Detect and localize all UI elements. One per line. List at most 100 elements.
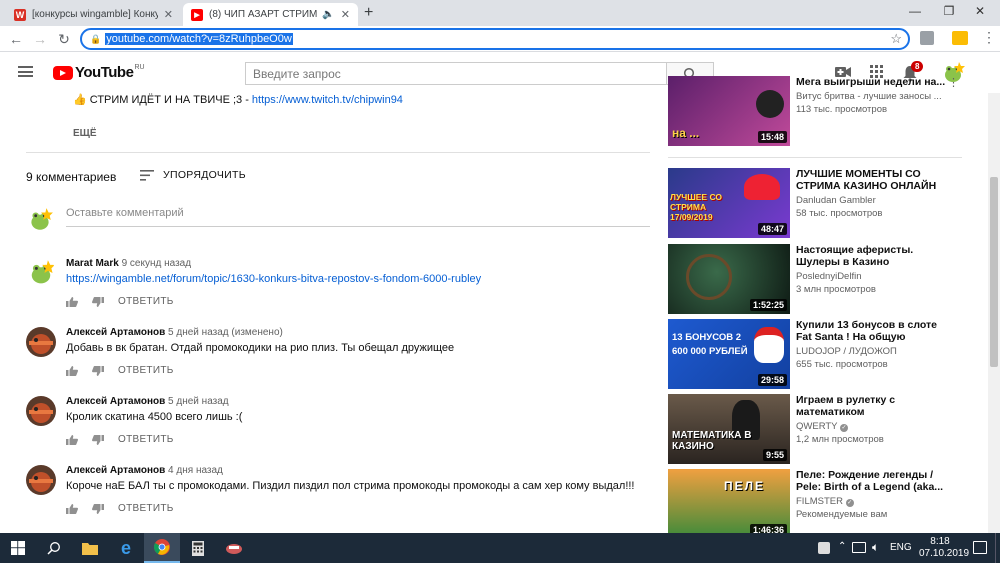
video-duration: 1:52:25 [749,299,787,311]
video-views: 3 млн просмотров [796,284,876,295]
comment-author[interactable]: Marat Mark [66,258,119,269]
extension-icon[interactable] [920,31,934,45]
reload-icon[interactable]: ↻ [54,29,74,49]
url-text[interactable]: youtube.com/watch?v=8zRuhpbeO0w [105,33,293,45]
input-language[interactable]: ENG [890,542,912,553]
like-icon[interactable] [66,365,78,376]
recommended-video[interactable]: ПЕЛЕ 1:46:36 Пеле: Рождение легенды / Pe… [668,469,968,539]
comment-link[interactable]: https://wingamble.net/forum/topic/1630-k… [66,273,481,285]
video-title[interactable]: ЛУЧШИЕ МОМЕНТЫ СО СТРИМА КАЗИНО ОНЛАЙН |… [796,168,946,192]
comment-time[interactable]: 5 дней назад (изменено) [168,327,283,338]
video-title[interactable]: Мега выигрыши недели на... [796,76,946,88]
comment-time[interactable]: 5 дней назад [168,396,229,407]
twitch-link[interactable]: https://www.twitch.tv/chipwin94 [252,94,403,106]
comment-author[interactable]: Алексей Артамонов [66,327,165,338]
comment-time[interactable]: 4 дня назад [168,465,223,476]
search-input[interactable]: Введите запрос [245,62,667,85]
hamburger-menu-icon[interactable] [18,66,33,77]
recommended-video[interactable]: 1:52:25 Настоящие аферисты. Шулеры в Каз… [668,244,968,314]
like-icon[interactable] [66,503,78,514]
video-channel[interactable]: Витус бритва - лучшие заносы ... [796,91,946,102]
video-channel[interactable]: PoslednyiDelfin [796,271,946,282]
wingamble-favicon-icon: W [14,8,26,21]
avatar[interactable] [26,327,56,357]
video-channel[interactable]: QWERTY [796,421,837,432]
chrome-icon[interactable] [144,533,180,563]
action-center-icon[interactable] [973,541,987,554]
youtube-logo[interactable]: YouTube RU [53,64,145,81]
dislike-icon[interactable] [92,434,104,445]
add-comment-input[interactable]: Оставьте комментарий [66,207,650,227]
recommended-video[interactable]: 13 БОНУСОВ 2 600 000 РУБЛЕЙ 29:58 Купили… [668,319,968,389]
address-bar[interactable]: 🔒 youtube.com/watch?v=8zRuhpbeO0w ☆ [80,28,910,50]
bookmark-star-icon[interactable]: ☆ [890,31,902,47]
browser-menu-icon[interactable]: ⋮ [982,29,996,46]
reply-button[interactable]: ОТВЕТИТЬ [118,503,174,514]
close-window-icon[interactable]: ✕ [960,0,1000,22]
recommended-video[interactable]: МАТЕМАТИКА В КАЗИНО 9:55 Играем в рулетк… [668,394,968,464]
network-icon[interactable] [852,542,866,553]
comment-time[interactable]: 9 секунд назад [122,258,191,269]
app-icon[interactable] [216,533,252,563]
clock-date: 07.10.2019 [919,548,970,559]
recommended-video[interactable]: на ... 15:48 Мега выигрыши недели на... … [668,76,968,146]
volume-icon[interactable]: 🔈︎ [872,540,879,555]
video-views: Рекомендуемые вам [796,509,888,520]
browser-tab-wingamble[interactable]: W [конкурсы wingamble] Конкурс ✕ [6,3,181,26]
video-thumbnail[interactable]: на ... 15:48 [668,76,790,146]
forward-arrow-icon[interactable]: → [30,29,50,49]
avatar[interactable] [26,465,56,495]
close-tab-icon[interactable]: ✕ [341,8,350,21]
calculator-icon[interactable] [180,533,216,563]
video-title[interactable]: Пеле: Рождение легенды / Pele: Birth of … [796,469,946,493]
dislike-icon[interactable] [92,296,104,307]
divider [668,157,962,158]
windows-start-icon[interactable] [0,533,36,563]
video-thumbnail[interactable]: 13 БОНУСОВ 2 600 000 РУБЛЕЙ 29:58 [668,319,790,389]
avatar[interactable] [26,258,56,288]
avatar[interactable] [26,396,56,426]
taskbar-clock[interactable]: 8:18 07.10.2019 [919,536,970,560]
video-channel[interactable]: LUDOJOP / ЛУДОЖОП [796,346,946,357]
tray-show-hidden-icon[interactable]: ⌃ [838,541,846,552]
close-tab-icon[interactable]: ✕ [164,8,173,21]
dislike-icon[interactable] [92,365,104,376]
file-explorer-icon[interactable] [72,533,108,563]
new-tab-button[interactable]: + [364,4,373,22]
video-title[interactable]: Играем в рулетку с математиком [796,394,946,418]
video-channel[interactable]: FILMSTER [796,496,843,507]
sort-icon [140,169,154,181]
user-photo-icon [26,465,56,495]
comment-author[interactable]: Алексей Артамонов [66,465,165,476]
show-more-button[interactable]: ЕЩЁ [73,128,97,139]
video-thumbnail[interactable]: 1:52:25 [668,244,790,314]
video-views: 58 тыс. просмотров [796,208,883,219]
video-channel[interactable]: Danludan Gambler [796,195,946,206]
reply-button[interactable]: ОТВЕТИТЬ [118,434,174,445]
like-icon[interactable] [66,296,78,307]
video-thumbnail[interactable]: МАТЕМАТИКА В КАЗИНО 9:55 [668,394,790,464]
sort-comments-button[interactable]: УПОРЯДОЧИТЬ [140,169,246,181]
reply-button[interactable]: ОТВЕТИТЬ [118,296,174,307]
audio-playing-icon[interactable]: 🔈 [322,9,334,20]
like-icon[interactable] [66,434,78,445]
reply-button[interactable]: ОТВЕТИТЬ [118,365,174,376]
video-title[interactable]: Настоящие аферисты. Шулеры в Казино [796,244,946,268]
scrollbar-thumb[interactable] [990,177,998,367]
search-icon[interactable] [36,533,72,563]
page-scrollbar[interactable] [988,93,1000,533]
video-thumbnail[interactable]: ЛУЧШЕЕ СО СТРИМА 17/09/2019 48:47 [668,168,790,238]
comment-author[interactable]: Алексей Артамонов [66,396,165,407]
video-views: 113 тыс. просмотров [796,104,888,115]
extension-puzzle-icon[interactable] [952,31,968,45]
video-title[interactable]: Купили 13 бонусов в слоте Fat Santa ! На… [796,319,946,343]
show-desktop-button[interactable] [995,533,1000,563]
recommended-video[interactable]: ЛУЧШЕЕ СО СТРИМА 17/09/2019 48:47 ЛУЧШИЕ… [668,168,968,238]
dislike-icon[interactable] [92,503,104,514]
tray-security-icon[interactable] [818,542,830,554]
browser-tab-youtube[interactable]: ▶ (8) ЧИП АЗАРТ СТРИМ К 🔈 ✕ [183,3,358,26]
video-menu-icon[interactable]: ⋮ [948,76,959,89]
back-arrow-icon[interactable]: ← [6,29,26,49]
edge-browser-icon[interactable]: e [108,533,144,563]
video-thumbnail[interactable]: ПЕЛЕ 1:46:36 [668,469,790,539]
